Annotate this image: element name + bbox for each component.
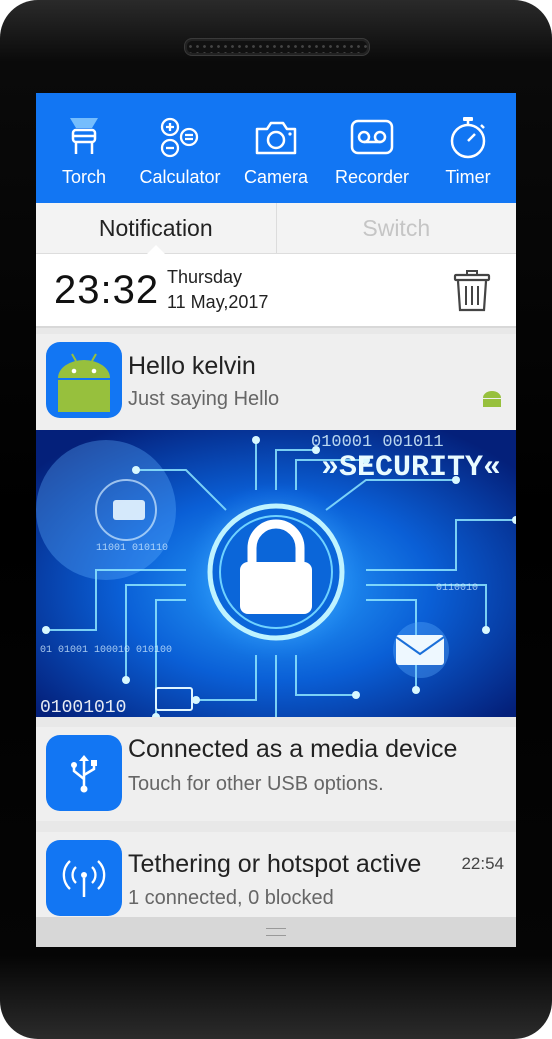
calculator-icon [156, 113, 204, 161]
timer-button[interactable]: Timer [420, 93, 516, 203]
clock-date: 11 May,2017 [167, 292, 269, 312]
notification-usb[interactable]: Connected as a media device Touch for ot… [36, 727, 516, 821]
tab-switch-label: Switch [362, 214, 431, 241]
recorder-icon [348, 113, 396, 161]
notification-subtitle: Touch for other USB options. [128, 773, 384, 795]
calculator-label: Calculator [139, 167, 221, 187]
recorder-label: Recorder [334, 167, 410, 187]
android-icon [50, 346, 118, 414]
phone-frame: Torch Calculator Camera Recorder Timer N… [0, 0, 552, 1039]
notification-hello[interactable]: Hello kelvin Just saying Hello [36, 334, 516, 430]
clear-all-trash-icon[interactable] [451, 269, 493, 313]
tab-switch[interactable]: Switch [275, 203, 517, 253]
camera-label: Camera [243, 167, 309, 187]
banner-binary-3: 01 01001 100010 010100 [40, 645, 172, 656]
notification-tethering[interactable]: Tethering or hotspot active 22:54 1 conn… [36, 832, 516, 917]
usb-app-icon [46, 735, 122, 811]
notification-title: Tethering or hotspot active [128, 850, 422, 878]
tab-notification-label: Notification [98, 214, 213, 241]
clock-time: 23:32 [54, 268, 160, 312]
notification-subtitle: Just saying Hello [128, 388, 280, 410]
clock-row: 23:32 Thursday 11 May,2017 [36, 254, 516, 328]
torch-icon [60, 113, 108, 161]
banner-binary-4: 11001 010110 [96, 543, 168, 554]
clock-day: Thursday [167, 267, 243, 287]
banner-binary-2: 01001010 [40, 698, 126, 717]
camera-button[interactable]: Camera [228, 93, 324, 203]
calculator-button[interactable]: Calculator [132, 93, 228, 203]
notification-time: 22:54 [461, 854, 504, 873]
drag-handle[interactable] [36, 917, 516, 947]
timer-icon [444, 113, 492, 161]
quick-toolbar: Torch Calculator Camera Recorder Timer [36, 93, 516, 203]
notification-title: Hello kelvin [128, 352, 256, 380]
speaker-grille [184, 38, 370, 56]
usb-icon [71, 755, 97, 793]
hotspot-icon [62, 860, 106, 897]
handle-bars-icon [266, 928, 286, 936]
hotspot-app-icon [46, 840, 122, 916]
tab-notification[interactable]: Notification [36, 203, 276, 254]
banner-binary-5: 0110010 [436, 583, 478, 594]
notification-title: Connected as a media device [128, 735, 458, 763]
torch-label: Torch [61, 167, 106, 187]
banner-binary-1: 010001 001011 [311, 433, 444, 452]
active-tab-indicator [146, 245, 165, 254]
screen: Torch Calculator Camera Recorder Timer N… [36, 93, 516, 947]
android-app-icon [46, 342, 122, 418]
timer-label: Timer [445, 167, 491, 187]
banner-security-text: »SECURITY« [321, 451, 501, 485]
tab-bar: Notification Switch [36, 203, 516, 254]
camera-icon [252, 113, 300, 161]
android-small-icon [482, 388, 502, 408]
torch-button[interactable]: Torch [36, 93, 132, 203]
recorder-button[interactable]: Recorder [324, 93, 420, 203]
notification-subtitle: 1 connected, 0 blocked [128, 887, 334, 909]
security-banner-image[interactable]: »SECURITY« 010001 001011 01001010 01 010… [36, 430, 516, 717]
